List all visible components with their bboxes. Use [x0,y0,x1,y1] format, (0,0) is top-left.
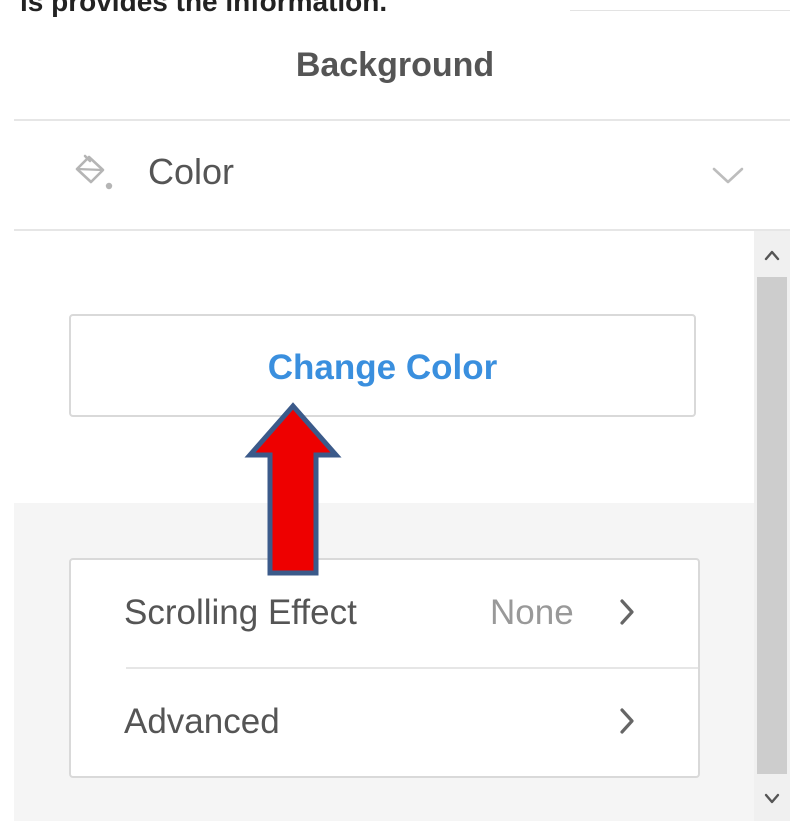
vertical-scrollbar[interactable] [754,231,790,821]
scroll-down-arrow-icon[interactable] [754,774,790,821]
scroll-up-arrow-icon[interactable] [754,231,790,277]
advanced-row[interactable]: Advanced [71,669,698,776]
scrolling-effect-row[interactable]: Scrolling Effect None [71,560,698,667]
chevron-right-icon [620,599,634,625]
scrolling-effect-value: None [490,593,574,632]
color-section-label: Color [148,151,235,192]
scroll-content: Change Color Scrolling Effect None Advan… [14,231,754,821]
scrolling-effect-label: Scrolling Effect [124,593,357,632]
scrollbar-thumb[interactable] [757,277,787,774]
change-color-button[interactable]: Change Color [69,314,696,417]
paint-bucket-icon [75,154,113,190]
chevron-right-icon [620,708,634,734]
panel-title: Background [295,46,495,84]
clipped-body-text: is provides the information. [20,0,388,17]
chevron-down-icon[interactable] [710,163,746,187]
color-section-header[interactable]: Color [14,121,790,231]
top-divider [570,10,790,11]
advanced-label: Advanced [124,702,280,741]
options-list: Scrolling Effect None Advanced [69,558,700,778]
